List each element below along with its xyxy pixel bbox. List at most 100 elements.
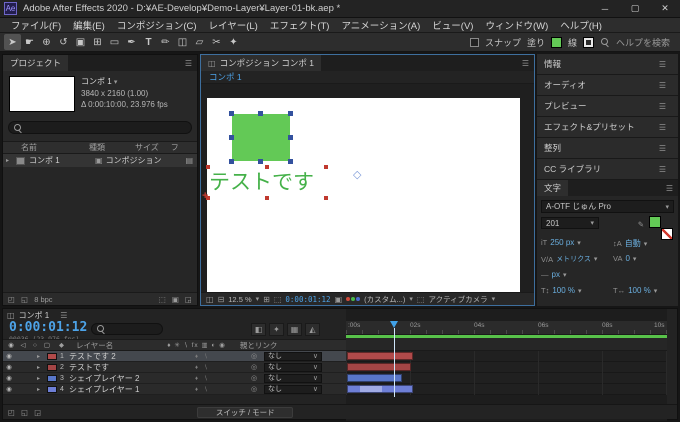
layer-switches[interactable]: ♦ ∖ [195,353,251,360]
selection-handle[interactable] [229,159,234,164]
subtab-comp1[interactable]: コンポ 1 [209,71,242,83]
timeline-timecode[interactable]: 0:00:01:12 [9,320,87,335]
panel-tab-preview[interactable]: プレビュー ☰ [537,96,678,117]
selection-handle[interactable] [288,135,293,140]
selection-handle[interactable] [265,165,269,169]
twirl-icon[interactable]: ▸ [37,386,47,393]
comp-info-caret-icon[interactable]: ▾ [114,79,118,86]
menu-composition[interactable]: コンポジション(C) [112,18,202,32]
comp-timecode[interactable]: 0:00:01:12 [285,295,330,304]
timeline-search-field[interactable] [91,323,163,335]
panel-tab-info[interactable]: 情報 ☰ [537,54,678,75]
tab-composition[interactable]: ◫ コンポジション コンポ 1 [201,55,321,71]
tracking-caret-icon[interactable]: ▾ [633,255,637,263]
selection-handle[interactable] [206,165,210,169]
close-button[interactable]: ✕ [650,0,680,17]
column-size[interactable]: サイズ [135,142,159,153]
panel-tab-audio[interactable]: オーディオ ☰ [537,75,678,96]
panel-menu-icon[interactable]: ☰ [517,59,534,68]
grid-guides-icon[interactable]: ⊞ [263,295,270,304]
layer-name-header[interactable]: レイヤー名 [76,340,113,351]
video-column-icon[interactable]: ◉ [5,341,17,349]
panel-menu-icon[interactable]: ☰ [654,165,671,174]
eye-icon[interactable]: ◉ [3,374,15,382]
layer-name[interactable]: テストです 2 [69,351,195,362]
column-type[interactable]: 種類 [89,142,105,153]
kerning-value[interactable]: メトリクス [556,254,591,264]
font-size-caret-icon[interactable]: ▾ [577,239,581,247]
parent-value[interactable]: なし [268,351,282,361]
pickwhip-icon[interactable]: ◎ [251,363,264,371]
twirl-icon[interactable]: ▸ [37,353,47,360]
maximize-button[interactable]: ▢ [620,0,650,17]
parent-value[interactable]: なし [268,384,282,394]
stroke-swatch[interactable] [583,37,594,48]
magnification-icon[interactable]: ⊟ [218,295,225,304]
menu-layer[interactable]: レイヤー(L) [204,18,263,32]
menu-file[interactable]: ファイル(F) [6,18,66,32]
menu-window[interactable]: ウィンドウ(W) [480,18,553,32]
twirl-icon[interactable]: ▸ [6,157,16,164]
label-column-icon[interactable]: ◆ [59,341,64,349]
selection-handle[interactable] [258,159,263,164]
menu-help[interactable]: ヘルプ(H) [555,18,607,32]
parent-value[interactable]: なし [268,362,282,372]
canvas-text[interactable]: テストです [209,168,325,197]
playhead[interactable] [390,321,399,409]
selection-handle[interactable] [288,159,293,164]
eyedropper-icon[interactable]: ✎ [638,220,644,229]
comp-canvas[interactable]: テストです + ◇ [207,98,520,296]
selection-handle[interactable] [258,111,263,116]
roto-brush-tool[interactable]: ✂ [208,34,225,50]
panel-menu-icon[interactable]: ☰ [654,81,671,90]
font-style-select[interactable]: 201 ▾ [541,217,599,229]
twirl-icon[interactable]: ▸ [37,364,47,371]
zoom-tool[interactable]: ⊕ [38,34,55,50]
expand-inout-icon[interactable]: ◲ [34,408,41,417]
label-chip[interactable] [47,353,57,360]
stroke-unit-control[interactable]: — px ▾ [541,270,566,279]
layer-row-4[interactable]: ◉ ▸ 4 シェイプレイヤー 1 ♦ ∖ ◎ なし∨ [3,384,346,395]
label-chip[interactable] [47,364,57,371]
kerning-control[interactable]: V/A メトリクス ▾ [541,254,597,264]
hand-tool[interactable]: ☛ [21,34,38,50]
layer-bar-1[interactable] [347,352,413,360]
type-tool[interactable]: T [140,34,157,50]
playhead-caret[interactable] [390,321,398,328]
eye-icon[interactable]: ◉ [3,363,15,371]
zoom-caret-icon[interactable]: ▾ [256,295,260,303]
panel-menu-icon[interactable]: ☰ [180,59,197,68]
minimize-button[interactable]: ─ [590,0,620,17]
panel-menu-icon[interactable]: ☰ [654,144,671,153]
font-size-value[interactable]: 250 px [550,238,574,247]
stroke-color-swatch[interactable] [661,228,673,240]
selection-handle[interactable] [324,165,328,169]
expand-layer-switches-icon[interactable]: ◰ [8,408,15,417]
resolution-select[interactable]: (カスタム...) [364,294,405,305]
selection-tool[interactable]: ➤ [4,34,21,50]
switches-header[interactable]: ♦ ✳ ∖ fx ▥ ◐ ◉ [167,341,226,349]
horizontal-scale-value[interactable]: 100 % [628,286,651,295]
project-search-field[interactable] [8,121,192,134]
brush-tool[interactable]: ✏ [157,34,174,50]
leading-value[interactable]: 自動 [625,238,641,249]
vertical-scale-caret-icon[interactable]: ▾ [578,287,582,295]
kerning-caret-icon[interactable]: ▾ [594,255,598,263]
solo-column-icon[interactable]: ○ [29,342,41,349]
pickwhip-icon[interactable]: ◎ [251,352,264,360]
layer-name[interactable]: テストです [69,362,195,373]
panel-menu-icon[interactable]: ☰ [654,102,671,111]
layer-bar-4[interactable] [347,385,413,393]
eye-icon[interactable]: ◉ [3,385,15,393]
layer-name[interactable]: シェイプレイヤー 2 [69,373,195,384]
mask-toggle-icon[interactable]: ⬚ [274,295,282,304]
rotation-tool[interactable]: ↺ [55,34,72,50]
trash-icon[interactable]: ◲ [185,295,192,304]
clone-stamp-tool[interactable]: ◫ [174,34,191,50]
layer-row-1[interactable]: ◉ ▸ 1 テストです 2 ♦ ∖ ◎ なし∨ [3,351,346,362]
menu-edit[interactable]: 編集(E) [68,18,110,32]
resolution-caret-icon[interactable]: ▾ [409,295,413,303]
tracking-control[interactable]: VA 0 ▾ [613,254,636,263]
panel-menu-icon[interactable]: ☰ [661,184,678,193]
menu-effect[interactable]: エフェクト(T) [265,18,335,32]
